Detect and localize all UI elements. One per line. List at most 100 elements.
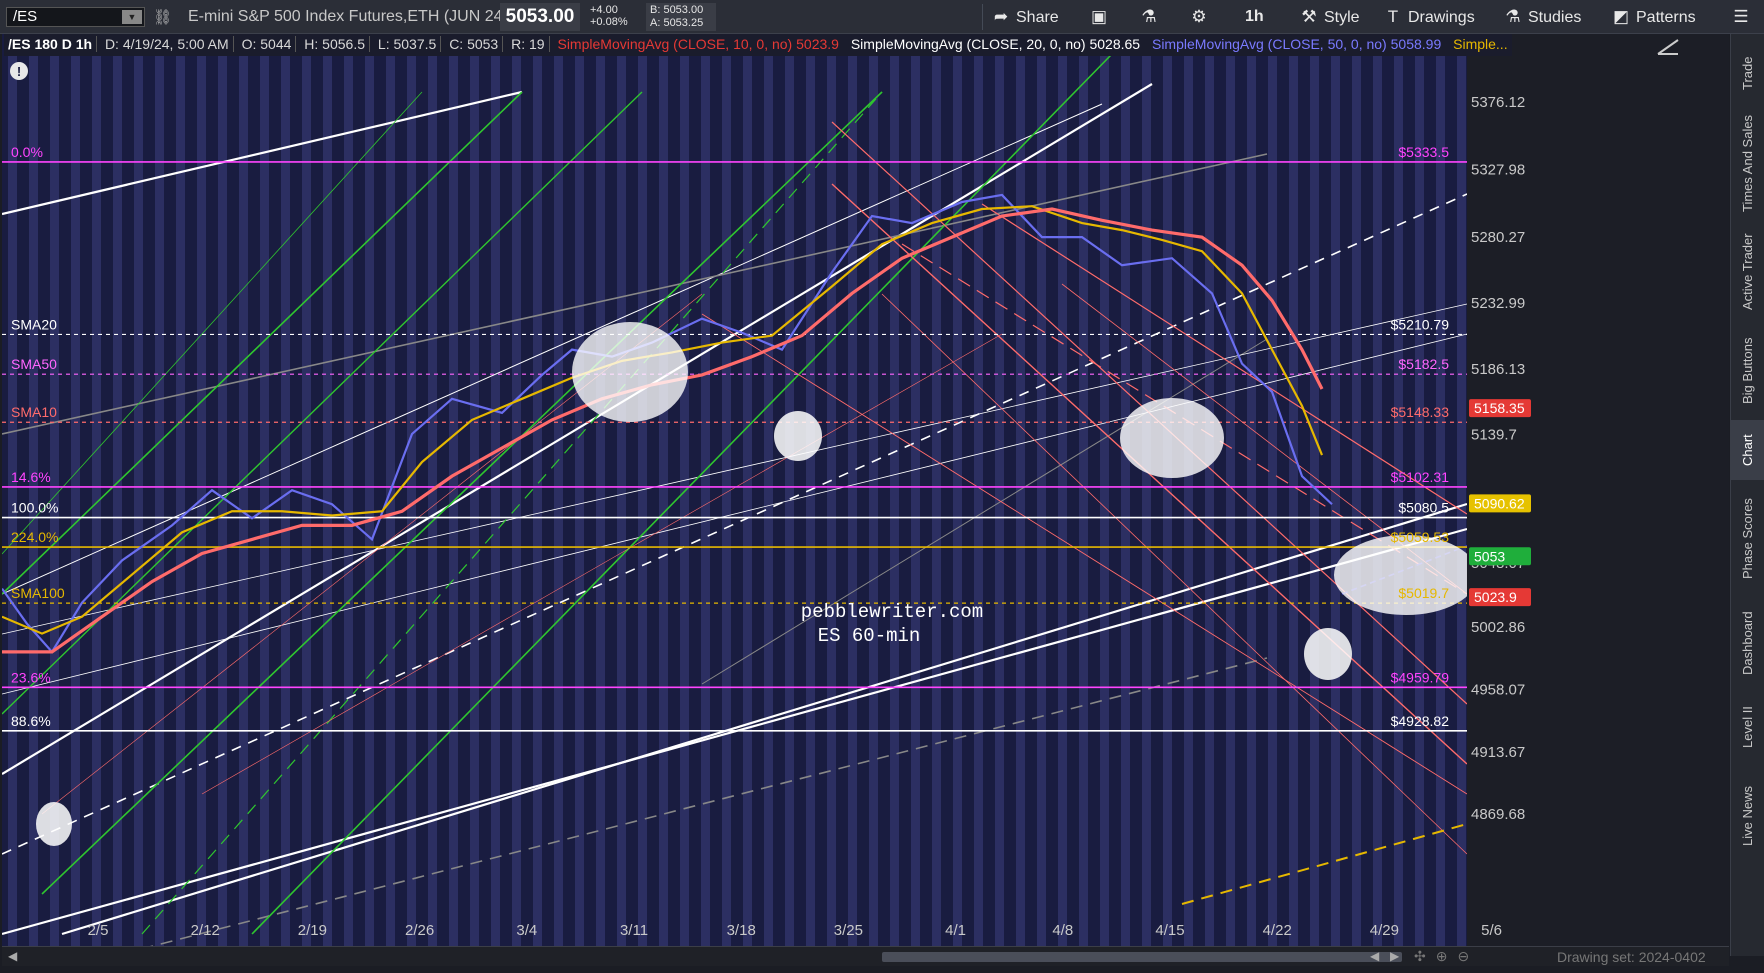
rail-tab-big-buttons[interactable]: Big Buttons bbox=[1731, 326, 1764, 416]
y-tick-label: 5002.86 bbox=[1471, 619, 1525, 636]
studies-label: Studies bbox=[1528, 9, 1582, 26]
settings-button[interactable]: ⚙ bbox=[1188, 6, 1214, 28]
share-button[interactable]: ➦ Share bbox=[990, 6, 1059, 28]
bar-date: D: 4/19/24, 5:00 AM bbox=[100, 36, 234, 52]
rail-tab-times-and-sales[interactable]: Times And Sales bbox=[1731, 108, 1764, 218]
y-tick-label: 5376.12 bbox=[1471, 94, 1525, 111]
session-stripe bbox=[701, 52, 710, 956]
bid-ask: B: 5053.00 A: 5053.25 bbox=[646, 3, 716, 31]
session-stripe bbox=[764, 52, 773, 956]
bar-high: H: 5056.5 bbox=[300, 36, 371, 52]
chevron-down-icon[interactable]: ▼ bbox=[122, 10, 142, 24]
sma10-study[interactable]: SimpleMovingAvg (CLOSE, 10, 0, no) 5023.… bbox=[553, 36, 842, 52]
sma50-study[interactable]: SimpleMovingAvg (CLOSE, 50, 0, no) 5058.… bbox=[1148, 36, 1445, 52]
session-stripe bbox=[743, 52, 752, 956]
scroll-thumb[interactable] bbox=[882, 952, 1402, 962]
more-studies[interactable]: Simple... bbox=[1449, 36, 1511, 52]
rail-tab-active-trader[interactable]: Active Trader bbox=[1731, 222, 1764, 322]
level-label-right: $4959.79 bbox=[1391, 669, 1450, 685]
change-percent: +0.08% bbox=[590, 16, 628, 28]
session-stripe bbox=[260, 52, 269, 956]
session-stripe bbox=[932, 52, 941, 956]
rail-tab-dashboard[interactable]: Dashboard bbox=[1731, 598, 1764, 688]
camera-icon: ▣ bbox=[1090, 7, 1108, 26]
highlight-ellipse bbox=[774, 411, 822, 461]
patterns-button[interactable]: ◩ Patterns bbox=[1610, 6, 1696, 28]
session-stripe bbox=[1373, 52, 1382, 956]
drawing-set-label: Drawing set: 2024-0402 bbox=[1557, 949, 1706, 965]
share-label: Share bbox=[1016, 9, 1059, 26]
time-scrollbar[interactable]: ◀ ◀ ▶ ✣⊕⊖ Drawing set: 2024-0402 bbox=[2, 946, 1729, 966]
scroll-forward-icon[interactable]: ▶ bbox=[1390, 949, 1399, 963]
flask-icon: ⚗ bbox=[1505, 7, 1521, 26]
session-stripe bbox=[1331, 52, 1340, 956]
x-tick-label: 4/15 bbox=[1155, 922, 1184, 939]
y-tick-label: 5186.13 bbox=[1471, 361, 1525, 378]
rail-tab-phase-scores[interactable]: Phase Scores bbox=[1731, 484, 1764, 594]
drawings-button[interactable]: T Drawings bbox=[1382, 6, 1475, 28]
ask-value: A: 5053.25 bbox=[650, 17, 704, 29]
session-stripe bbox=[785, 52, 794, 956]
level-label-right: $5102.31 bbox=[1391, 469, 1450, 485]
level-label-left: 23.6% bbox=[11, 669, 51, 685]
session-stripe bbox=[1163, 52, 1172, 956]
rail-tab-chart[interactable]: Chart bbox=[1731, 420, 1764, 480]
scroll-back-icon[interactable]: ◀ bbox=[1370, 949, 1379, 963]
session-stripe bbox=[848, 52, 857, 956]
session-stripe bbox=[1289, 52, 1298, 956]
studies-button[interactable]: ⚗ Studies bbox=[1502, 6, 1581, 28]
session-stripe bbox=[1079, 52, 1088, 956]
session-stripe bbox=[1121, 52, 1130, 956]
bar-open: O: 5044 bbox=[237, 36, 297, 52]
drawings-label: Drawings bbox=[1408, 9, 1475, 26]
timeframe-button[interactable]: 1h bbox=[1245, 6, 1264, 28]
alert-icon-mark: ! bbox=[17, 64, 21, 79]
level-label-right: $5210.79 bbox=[1391, 316, 1450, 332]
highlight-ellipse bbox=[36, 802, 72, 846]
symbol-text: /ES bbox=[13, 8, 38, 25]
session-stripe bbox=[533, 52, 542, 956]
menu-button[interactable]: ☰ bbox=[1730, 6, 1756, 28]
share-icon: ➦ bbox=[993, 7, 1009, 26]
snapshot-button[interactable]: ▣ bbox=[1088, 6, 1114, 28]
bar-close: C: 5053 bbox=[445, 36, 504, 52]
bar-range: R: 19 bbox=[507, 36, 550, 52]
session-stripe bbox=[617, 52, 626, 956]
chart-area[interactable]: 5376.12 5327.98 5280.27 5232.99 5186.13 5139.… bbox=[1, 34, 1729, 956]
y-tick-label: 5232.99 bbox=[1471, 295, 1525, 312]
session-stripe bbox=[722, 52, 731, 956]
rail-tab-trade[interactable]: Trade bbox=[1731, 42, 1764, 104]
x-tick-label: 3/18 bbox=[727, 922, 756, 939]
session-stripe bbox=[596, 52, 605, 956]
x-tick-label: 3/11 bbox=[620, 922, 648, 939]
price-change: +4.00 +0.08% bbox=[590, 4, 628, 28]
link-icon[interactable]: ⛓ bbox=[153, 8, 172, 26]
session-stripe bbox=[176, 52, 185, 956]
sma10-value: 5023.9 bbox=[796, 36, 839, 52]
price-badge-label: 5158.35 bbox=[1474, 400, 1525, 416]
scroll-left-icon[interactable]: ◀ bbox=[8, 949, 17, 963]
watermark-line-2: ES 60-min bbox=[818, 625, 921, 647]
y-tick-label: 4958.07 bbox=[1471, 682, 1525, 699]
rail-tab-level-ii[interactable]: Level II bbox=[1731, 692, 1764, 762]
patterns-icon: ◩ bbox=[1612, 7, 1630, 26]
bar-low: L: 5037.5 bbox=[373, 36, 442, 52]
level-label-left: SMA50 bbox=[11, 356, 57, 372]
level-label-left: SMA20 bbox=[11, 316, 57, 332]
style-button[interactable]: ⚒ Style bbox=[1298, 6, 1359, 28]
session-stripe bbox=[1205, 52, 1214, 956]
session-stripe bbox=[512, 52, 521, 956]
session-stripe bbox=[239, 52, 248, 956]
instrument-title: E-mini S&P 500 Index Futures,ETH (JUN 24… bbox=[188, 8, 508, 25]
zoom-icons[interactable]: ✣⊕⊖ bbox=[1414, 948, 1479, 965]
sma20-value: 5028.65 bbox=[1089, 36, 1141, 52]
sma20-study[interactable]: SimpleMovingAvg (CLOSE, 20, 0, no) 5028.… bbox=[847, 36, 1144, 52]
session-stripe bbox=[92, 52, 101, 956]
flask-button[interactable]: ⚗ bbox=[1138, 6, 1164, 28]
symbol-input[interactable]: /ES ▼ bbox=[6, 7, 145, 27]
price-badge-label: 5053 bbox=[1474, 548, 1505, 564]
price-chart[interactable]: 5376.12 5327.98 5280.27 5232.99 5186.13 5139.… bbox=[1, 34, 1729, 956]
rail-tab-live-news[interactable]: Live News bbox=[1731, 766, 1764, 866]
right-rail: Trade Times And Sales Active Trader Big But… bbox=[1730, 34, 1764, 956]
session-stripe bbox=[302, 52, 311, 956]
